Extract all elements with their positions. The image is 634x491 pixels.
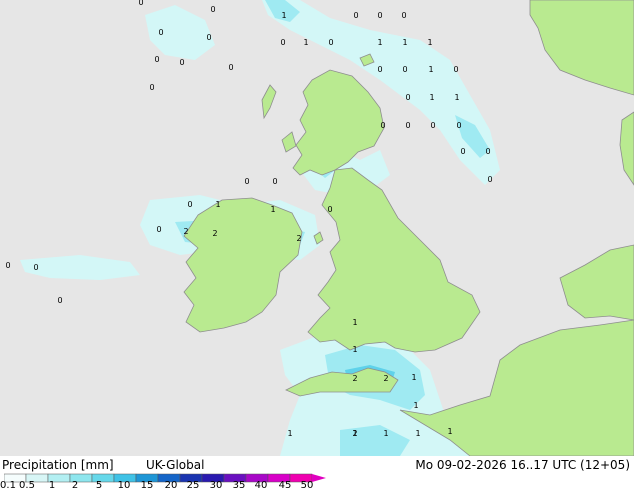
precip-label: 0 [149,83,154,92]
precip-label: 1 [454,93,459,102]
precip-label: 1 [402,38,407,47]
legend-footer: Precipitation [mm] UK-Global Mo 09-02-20… [0,456,634,491]
valid-time: Mo 09-02-2026 16..17 UTC (12+05) [415,458,630,472]
precip-label: 0 [353,11,358,20]
colorbar-tick-label: 50 [300,480,314,491]
precip-label: 1 [411,373,416,382]
precip-label: 0 [138,0,143,7]
precip-label: 2 [352,429,357,438]
colorbar-tick-label: 15 [140,480,154,491]
precip-label: 0 [401,11,406,20]
precip-label: 0 [5,261,10,270]
precip-label: 1 [287,429,292,438]
colorbar-tick-label: 5 [95,480,103,491]
precip-label: 1 [270,205,275,214]
colorbar-arrow [312,474,326,482]
precip-label: 1 [303,38,308,47]
colorbar-tick-label: 10 [117,480,131,491]
precip-label: 1 [352,345,357,354]
colorbar-tick-label: 40 [254,480,268,491]
precip-label: 1 [413,401,418,410]
colorbar-tick-label: 45 [278,480,292,491]
precip-label: 1 [352,318,357,327]
colorbar-tick-label: 35 [232,480,246,491]
precip-label: 0 [405,121,410,130]
precip-label: 0 [487,175,492,184]
precip-label: 0 [272,177,277,186]
model-name: UK-Global [146,458,205,472]
precip-label: 1 [215,200,220,209]
precip-label: 2 [183,227,188,236]
precip-label: 0 [156,225,161,234]
precip-label: 0 [244,177,249,186]
precip-label: 0 [402,65,407,74]
precip-label: 2 [352,374,357,383]
precip-label: 0 [460,147,465,156]
precip-label: 0 [228,63,233,72]
precip-label: 0 [380,121,385,130]
precip-label: 1 [377,38,382,47]
precip-label: 2 [296,234,301,243]
precip-label: 0 [405,93,410,102]
precip-label: 0 [485,147,490,156]
precip-label: 0 [280,38,285,47]
precip-label: 0 [187,200,192,209]
precip-label: 0 [179,58,184,67]
precip-label: 0 [328,38,333,47]
precip-label: 1 [383,429,388,438]
colorbar-tick-label: 0.5 [19,480,35,491]
precip-label: 2 [212,229,217,238]
colorbar-tick-label: 25 [186,480,200,491]
precip-label: 0 [206,33,211,42]
precip-label: 1 [447,427,452,436]
precip-label: 0 [430,121,435,130]
colorbar-tick-label: 30 [209,480,223,491]
colorbar-tick-label: 2 [71,480,79,491]
colorbar-tick-label: 1 [48,480,56,491]
precip-label: 1 [429,93,434,102]
precip-label: 0 [210,5,215,14]
precip-label: 0 [456,121,461,130]
precip-label: 0 [33,263,38,272]
precip-label: 0 [377,65,382,74]
colorbar-tick-label: 20 [164,480,178,491]
legend-title: Precipitation [mm] [2,458,114,472]
precip-label: 0 [154,55,159,64]
colorbar-tick-label: 0.1 [0,480,16,491]
precipitation-map: 0 0 0 0 0 0 0 0 0 0 0 0 0 0 0 0 1 1 1 1 … [0,0,634,456]
precip-label: 0 [377,11,382,20]
precip-label: 0 [57,296,62,305]
precip-label: 1 [427,38,432,47]
precip-label: 1 [428,65,433,74]
precip-label: 1 [281,11,286,20]
precip-label: 0 [327,205,332,214]
precip-label: 1 [415,429,420,438]
precip-label: 0 [158,28,163,37]
precip-label: 2 [383,374,388,383]
precip-label: 0 [453,65,458,74]
